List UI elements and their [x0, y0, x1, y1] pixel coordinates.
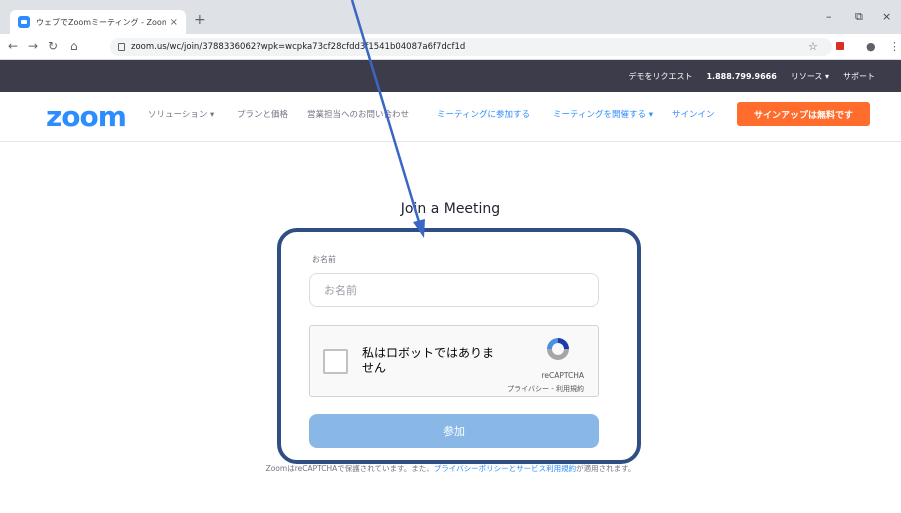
nav-join-meeting[interactable]: ミーティングに参加する: [437, 108, 530, 120]
home-icon[interactable]: ⌂: [70, 39, 78, 53]
browser-tab-strip: ウェブでZoomミーティング - Zoom × + – ⧉ ×: [0, 0, 901, 34]
browser-tab[interactable]: ウェブでZoomミーティング - Zoom ×: [10, 10, 186, 34]
privacy-terms-link[interactable]: プライバシーポリシーとサービス利用規約: [434, 464, 576, 473]
join-button[interactable]: 参加: [309, 414, 599, 448]
bookmark-star-icon[interactable]: ☆: [808, 40, 818, 53]
tab-title: ウェブでZoomミーティング - Zoom: [36, 17, 166, 27]
forward-icon[interactable]: →: [28, 39, 38, 53]
name-placeholder: お名前: [324, 284, 357, 297]
zoom-favicon-icon: [18, 16, 30, 28]
reload-icon[interactable]: ↻: [48, 39, 58, 53]
phone-number[interactable]: 1.888.799.9666: [706, 72, 776, 81]
recaptcha-widget: 私はロボットではありません reCAPTCHA プライバシー - 利用規約: [309, 325, 599, 397]
request-demo-link[interactable]: デモをリクエスト: [628, 71, 692, 82]
restore-icon[interactable]: ⧉: [855, 10, 863, 24]
nav-sign-in[interactable]: サインイン: [672, 108, 715, 120]
notice-prefix: ZoomはreCAPTCHAで保護されています。また、: [265, 464, 434, 473]
nav-plans[interactable]: プランと価格: [237, 108, 288, 120]
recaptcha-brand: reCAPTCHA: [541, 371, 584, 380]
page-title: Join a Meeting: [400, 201, 501, 217]
minimize-icon[interactable]: –: [826, 10, 832, 23]
signup-button[interactable]: サインアップは無料です: [737, 102, 870, 126]
nav-contact-sales[interactable]: 営業担当へのお問い合わせ: [307, 108, 409, 120]
back-icon[interactable]: ←: [8, 39, 18, 53]
extension-icon[interactable]: [836, 42, 844, 50]
menu-icon[interactable]: ⋮: [889, 40, 900, 53]
zoom-top-bar: デモをリクエスト 1.888.799.9666 リソース ▾ サポート: [0, 60, 901, 92]
url-input[interactable]: zoom.us/wc/join/3788336062?wpk=wcpka73cf…: [110, 38, 832, 56]
tab-close-icon[interactable]: ×: [170, 17, 178, 28]
resources-menu[interactable]: リソース ▾: [791, 71, 829, 82]
close-window-icon[interactable]: ×: [882, 10, 891, 23]
name-label: お名前: [312, 255, 336, 264]
notice-suffix: が適用されます。: [576, 464, 636, 473]
address-bar: ← → ↻ ⌂ zoom.us/wc/join/3788336062?wpk=w…: [0, 34, 901, 60]
new-tab-button[interactable]: +: [194, 12, 206, 28]
nav-host-meeting[interactable]: ミーティングを開催する ▾: [553, 108, 653, 120]
support-link[interactable]: サポート: [843, 71, 875, 82]
name-input[interactable]: お名前: [309, 273, 599, 307]
recaptcha-notice: ZoomはreCAPTCHAで保護されています。また、プライバシーポリシーとサー…: [0, 463, 901, 474]
zoom-logo[interactable]: zoom: [46, 100, 127, 133]
profile-icon[interactable]: ●: [866, 40, 876, 53]
recaptcha-terms-link[interactable]: プライバシー - 利用規約: [310, 384, 598, 394]
recaptcha-logo-icon: [547, 338, 569, 360]
zoom-nav-bar: zoom ソリューション ▾ プランと価格 営業担当へのお問い合わせ ミーティン…: [0, 92, 901, 142]
lock-icon: [118, 43, 125, 51]
nav-solutions[interactable]: ソリューション ▾: [148, 108, 214, 120]
url-text: zoom.us/wc/join/3788336062?wpk=wcpka73cf…: [131, 42, 466, 52]
